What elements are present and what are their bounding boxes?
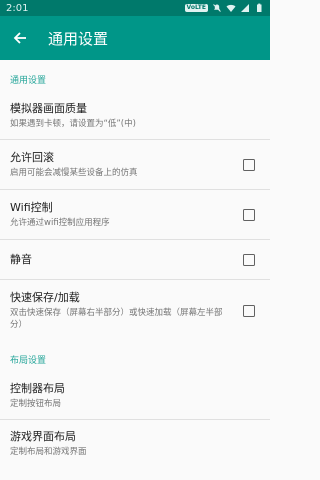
- pref-title: 允许回滚: [10, 150, 54, 164]
- status-icons: VoLTE: [184, 3, 264, 13]
- battery-icon: [257, 3, 262, 12]
- pref-controller-layout[interactable]: 控制器布局 定制按钮布局: [0, 372, 270, 420]
- pref-title: 控制器布局: [10, 381, 65, 395]
- pref-summary: 允许通过wifi控制应用程序: [10, 217, 110, 228]
- pref-summary: 如果遇到卡顿，请设置为“低”(中): [10, 118, 136, 129]
- arrow-back-icon: [13, 32, 26, 44]
- pref-title: 快速保存/加载: [10, 291, 80, 304]
- notifications-off-icon: [213, 4, 221, 12]
- section-header-general: 通用设置: [10, 76, 47, 86]
- back-button[interactable]: [2, 16, 38, 60]
- pref-title: Wifi控制: [10, 200, 53, 214]
- pref-wifi-control[interactable]: Wifi控制 允许通过wifi控制应用程序: [0, 190, 270, 240]
- pref-game-ui-layout[interactable]: 游戏界面布局 定制布局和游戏界面: [0, 420, 270, 468]
- quick-save-load-checkbox[interactable]: [243, 305, 255, 317]
- wifi-icon: [226, 4, 236, 12]
- pref-quick-save-load[interactable]: 快速保存/加载 双击快速保存（屏幕右半部分）或快速加载（屏幕左半部分）: [0, 280, 270, 342]
- mute-checkbox[interactable]: [243, 253, 255, 266]
- pref-emulator-quality[interactable]: 模拟器画面质量 如果遇到卡顿，请设置为“低”(中): [0, 92, 270, 140]
- pref-summary: 启用可能会减慢某些设备上的仿真: [10, 167, 138, 178]
- pref-summary: 定制按钮布局: [10, 398, 62, 409]
- settings-list[interactable]: 通用设置 模拟器画面质量 如果遇到卡顿，请设置为“低”(中) 允许回滚 启用可能…: [0, 60, 270, 480]
- pref-mute[interactable]: 静音: [0, 240, 270, 280]
- wifi-control-checkbox[interactable]: [243, 208, 255, 221]
- pref-title: 模拟器画面质量: [10, 101, 87, 115]
- status-time: 2:01: [6, 2, 29, 14]
- allow-rewind-checkbox[interactable]: [243, 158, 255, 171]
- section-header-layout: 布局设置: [10, 356, 47, 366]
- signal-icon: [241, 4, 249, 12]
- page-title: 通用设置: [48, 29, 109, 48]
- pref-summary: 定制布局和游戏界面: [10, 447, 87, 457]
- pref-summary: 双击快速保存（屏幕右半部分）或快速加载（屏幕左半部分）: [10, 308, 223, 330]
- pref-title: 游戏界面布局: [10, 430, 76, 443]
- status-bar: 2:01 VoLTE: [0, 0, 270, 16]
- pref-title: 静音: [10, 252, 32, 266]
- pref-allow-rewind[interactable]: 允许回滚 启用可能会减慢某些设备上的仿真: [0, 140, 270, 190]
- app-bar: 通用设置: [0, 16, 270, 60]
- volte-badge: VoLTE: [184, 4, 208, 12]
